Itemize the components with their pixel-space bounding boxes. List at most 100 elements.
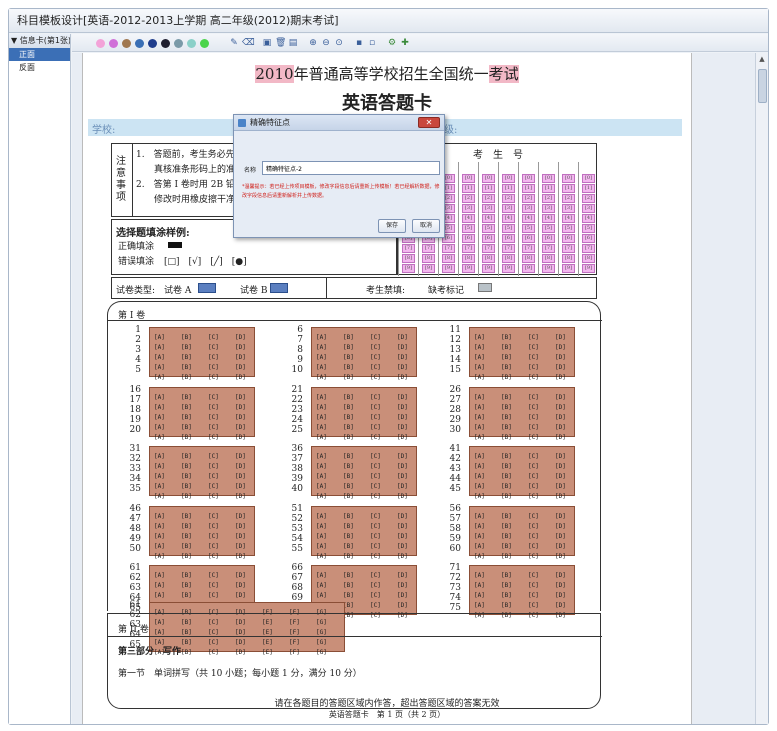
choice-option[interactable]: [C] [370,582,381,589]
choice-option[interactable]: [A] [316,592,327,599]
exam-number-cell[interactable]: [4] [522,214,535,223]
choice-option[interactable]: [C] [208,592,219,599]
choice-option[interactable]: [B] [181,453,192,460]
choice-option[interactable]: [C] [208,434,219,441]
choice-option[interactable]: [A] [316,463,327,470]
choice-option[interactable]: [C] [370,493,381,500]
choice-option[interactable]: [A] [154,592,165,599]
choice-option[interactable]: [A] [316,533,327,540]
exam-number-cell[interactable]: [2] [562,194,575,203]
choice-option[interactable]: [D] [555,453,566,460]
choice-option[interactable]: [D] [555,344,566,351]
choice-option[interactable]: [B] [501,374,512,381]
choice-option[interactable]: [B] [181,404,192,411]
choice-option[interactable]: [C] [528,453,539,460]
choice-option[interactable]: [B] [501,354,512,361]
choice-option[interactable]: [A] [474,483,485,490]
choice-option[interactable]: [D] [235,374,246,381]
choice-option[interactable]: [D] [555,404,566,411]
close-icon[interactable]: ✕ [418,117,440,128]
choice-option[interactable]: [A] [474,434,485,441]
choice-option[interactable]: [C] [208,523,219,530]
exam-number-cell[interactable]: [8] [402,254,415,263]
choice-option[interactable]: [B] [343,553,354,560]
choice-option[interactable]: [D] [555,414,566,421]
choice-option[interactable]: [C] [370,513,381,520]
choice-option[interactable]: [D] [397,334,408,341]
title-tail[interactable]: 考试 [488,65,519,83]
choice-option[interactable]: [C] [528,523,539,530]
choice-option[interactable]: [C] [528,592,539,599]
choice-option[interactable]: [B] [343,592,354,599]
exam-number-cell[interactable]: [7] [462,244,475,253]
exam-number-cell[interactable]: [4] [502,214,515,223]
exam-number-cell[interactable]: [5] [582,224,595,233]
choice-option[interactable]: [B] [181,344,192,351]
choice-option[interactable]: [A] [474,533,485,540]
choice-option[interactable]: [A] [316,434,327,441]
choice-option[interactable]: [A] [154,404,165,411]
choice-option[interactable]: [D] [555,592,566,599]
choice-option[interactable]: [A] [474,602,485,609]
choice-option[interactable]: [A] [154,334,165,341]
choice-option[interactable]: [B] [501,513,512,520]
choice-option[interactable]: [B] [181,434,192,441]
choice-option[interactable]: [D] [235,513,246,520]
choice-option[interactable]: [C] [208,404,219,411]
choice-option[interactable]: [D] [397,453,408,460]
choice-option[interactable]: [D] [235,483,246,490]
choice-option[interactable]: [B] [181,513,192,520]
choice-option[interactable]: [D] [397,354,408,361]
choice-option[interactable]: [C] [528,424,539,431]
choice-option[interactable]: [B] [181,493,192,500]
exam-number-cell[interactable]: [2] [462,194,475,203]
choice-option[interactable]: [A] [154,374,165,381]
choice-option[interactable]: [D] [397,592,408,599]
choice-option[interactable]: [A] [316,523,327,530]
choice-option[interactable]: [A] [154,344,165,351]
choice-option[interactable]: [B] [501,334,512,341]
choice-option[interactable]: [B] [343,404,354,411]
exam-number-cell[interactable]: [5] [542,224,555,233]
choice-option[interactable]: [A] [474,592,485,599]
choice-option[interactable]: [A] [154,493,165,500]
choice-option[interactable]: [B] [181,572,192,579]
color-swatch[interactable] [109,39,118,48]
choice-option[interactable]: [D] [397,424,408,431]
choice-option[interactable]: [D] [555,493,566,500]
exam-number-cell[interactable]: [9] [502,264,515,273]
choice-option[interactable]: [B] [343,334,354,341]
title-year[interactable]: 2010 [255,65,294,83]
choice-option[interactable]: [A] [474,523,485,530]
exam-number-cell[interactable]: [1] [462,184,475,193]
choice-option[interactable]: [B] [343,543,354,550]
exam-number-cell[interactable]: [1] [482,184,495,193]
scroll-up-icon[interactable]: ▲ [756,53,768,66]
exam-number-cell[interactable]: [1] [562,184,575,193]
choice-block[interactable]: [A] [B] [C] [D] [A] [B] [C] [D] [A] [B] [C] [D] [A] [… [311,387,417,441]
exam-number-cell[interactable]: [3] [582,204,595,213]
choice-option[interactable]: [D] [397,404,408,411]
choice-option[interactable]: [D] [555,354,566,361]
choice-option[interactable]: [B] [501,493,512,500]
choice-option[interactable]: [B] [343,582,354,589]
choice-option[interactable]: [C] [528,404,539,411]
choice-option[interactable]: [C] [208,374,219,381]
choice-option[interactable]: [C] [370,572,381,579]
choice-block[interactable]: [A] [B] [C] [D] [A] [B] [C] [D] [A] [B] [C] [D] [A] [… [149,327,255,381]
trash-icon[interactable]: 🗑 [275,38,286,48]
paper-type-a-box[interactable] [198,283,216,293]
choice-option[interactable]: [B] [501,533,512,540]
choice-option[interactable]: [A] [154,424,165,431]
choice-option[interactable]: [C] [370,463,381,470]
exam-number-cell[interactable]: [7] [482,244,495,253]
choice-option[interactable]: [B] [501,453,512,460]
choice-option[interactable]: [D] [235,414,246,421]
choice-block[interactable]: [A] [B] [C] [D] [A] [B] [C] [D] [A] [B] [C] [D] [A] [… [311,446,417,500]
exam-number-cell[interactable]: [0] [542,174,555,183]
choice-option[interactable]: [C] [370,394,381,401]
choice-option[interactable]: [D] [555,374,566,381]
choice-option[interactable]: [C] [528,483,539,490]
choice-option[interactable]: [A] [316,354,327,361]
choice-option[interactable]: [A] [154,463,165,470]
